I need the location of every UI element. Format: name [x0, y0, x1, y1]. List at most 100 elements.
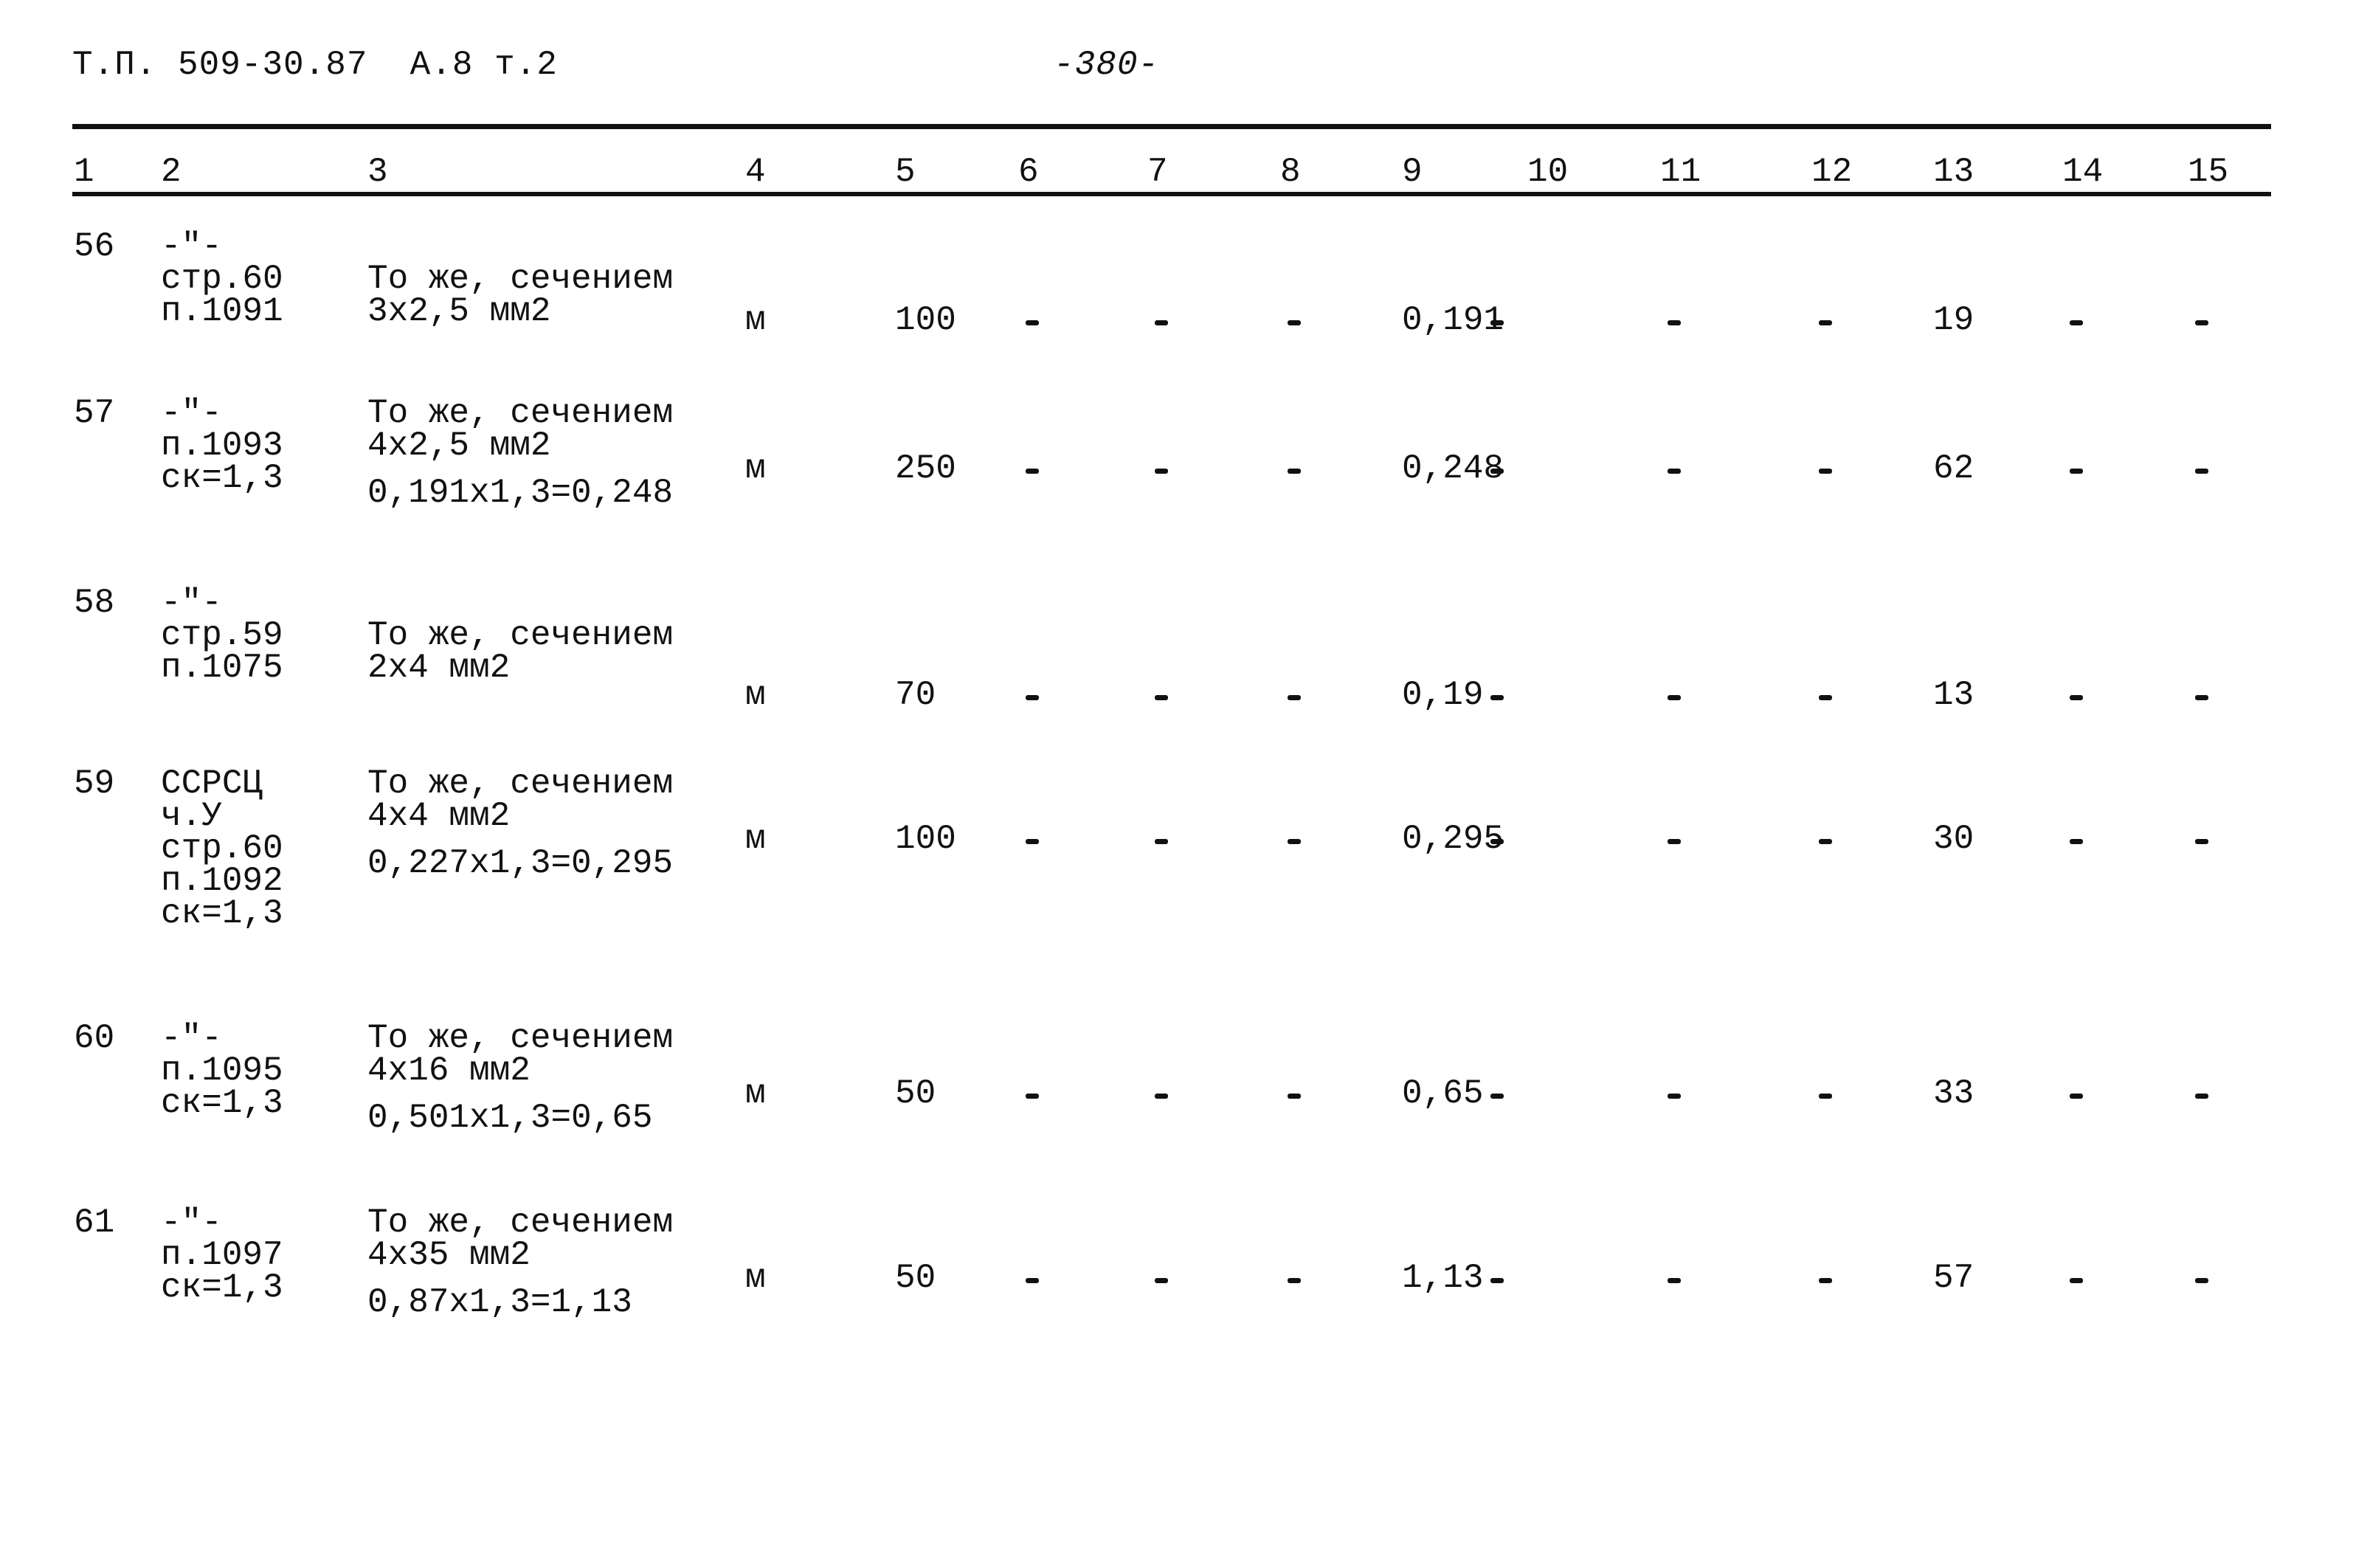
- source-reference-line: п.1092: [161, 862, 283, 900]
- empty-dash-c11: [1668, 1278, 1681, 1283]
- column-header-3: 3: [367, 153, 388, 191]
- empty-dash-c11: [1668, 320, 1681, 325]
- unit-cell: м: [745, 676, 766, 714]
- column-header-14: 14: [2062, 153, 2104, 191]
- column-header-15: 15: [2188, 153, 2229, 191]
- source-reference-line: стр.59: [161, 616, 283, 655]
- empty-dash-c10: [1490, 1278, 1504, 1283]
- source-reference-line: п.1097: [161, 1236, 283, 1274]
- empty-dash-c6: [1026, 695, 1039, 700]
- row-number: 60: [74, 1019, 115, 1057]
- empty-dash-c12: [1819, 1094, 1832, 1099]
- empty-dash-c6: [1026, 1094, 1039, 1099]
- empty-dash-c7: [1155, 320, 1168, 325]
- empty-dash-c12: [1819, 1278, 1832, 1283]
- description-line: То же, сечением: [367, 260, 674, 298]
- header-rule: [72, 192, 2271, 196]
- value-c9: 0,295: [1402, 820, 1504, 858]
- source-reference-line: -"-: [161, 394, 222, 432]
- unit-cell: м: [745, 1074, 766, 1113]
- empty-dash-c15: [2195, 839, 2208, 844]
- empty-dash-c15: [2195, 1278, 2208, 1283]
- empty-dash-c7: [1155, 1278, 1168, 1283]
- column-header-1: 1: [74, 153, 94, 191]
- source-reference-line: ч.У: [161, 797, 222, 835]
- description-line: То же, сечением: [367, 616, 674, 655]
- value-c13: 13: [1933, 676, 1974, 714]
- source-reference-line: -"-: [161, 1019, 222, 1057]
- page-number: -380-: [1054, 46, 1160, 84]
- source-reference-line: ск=1,3: [161, 894, 283, 933]
- column-header-2: 2: [161, 153, 182, 191]
- empty-dash-c14: [2070, 695, 2083, 700]
- description-line: То же, сечением: [367, 764, 674, 803]
- column-header-6: 6: [1018, 153, 1039, 191]
- empty-dash-c8: [1288, 320, 1301, 325]
- description-line: 4х4 мм2: [367, 797, 511, 835]
- description-line: То же, сечением: [367, 1203, 674, 1242]
- unit-cell: м: [745, 301, 766, 339]
- quantity-cell: 50: [895, 1074, 936, 1113]
- quantity-cell: 50: [895, 1259, 936, 1297]
- empty-dash-c12: [1819, 839, 1832, 844]
- calculation-note: 0,227х1,3=0,295: [367, 844, 674, 883]
- empty-dash-c11: [1668, 469, 1681, 474]
- value-c13: 57: [1933, 1259, 1974, 1297]
- empty-dash-c11: [1668, 839, 1681, 844]
- source-reference-line: п.1091: [161, 292, 283, 331]
- description-line: То же, сечением: [367, 394, 674, 432]
- empty-dash-c14: [2070, 1094, 2083, 1099]
- empty-dash-c15: [2195, 695, 2208, 700]
- description-line: 4х2,5 мм2: [367, 426, 551, 465]
- value-c13: 33: [1933, 1074, 1974, 1113]
- empty-dash-c7: [1155, 469, 1168, 474]
- empty-dash-c14: [2070, 1278, 2083, 1283]
- empty-dash-c12: [1819, 695, 1832, 700]
- row-number: 61: [74, 1203, 115, 1242]
- column-header-13: 13: [1933, 153, 1974, 191]
- empty-dash-c10: [1490, 695, 1504, 700]
- value-c13: 30: [1933, 820, 1974, 858]
- value-c9: 1,13: [1402, 1259, 1484, 1297]
- description-line: То же, сечением: [367, 1019, 674, 1057]
- description-line: 3х2,5 мм2: [367, 292, 551, 331]
- empty-dash-c10: [1490, 839, 1504, 844]
- source-reference-line: -"-: [161, 227, 222, 266]
- empty-dash-c10: [1490, 469, 1504, 474]
- value-c9: 0,19: [1402, 676, 1484, 714]
- calculation-note: 0,191х1,3=0,248: [367, 474, 674, 512]
- empty-dash-c15: [2195, 320, 2208, 325]
- quantity-cell: 100: [895, 301, 956, 339]
- value-c13: 62: [1933, 449, 1974, 488]
- empty-dash-c11: [1668, 1094, 1681, 1099]
- column-header-9: 9: [1402, 153, 1423, 191]
- description-line: 4х35 мм2: [367, 1236, 531, 1274]
- source-reference-line: ССРСЦ: [161, 764, 263, 803]
- empty-dash-c11: [1668, 695, 1681, 700]
- empty-dash-c6: [1026, 1278, 1039, 1283]
- source-reference-line: п.1093: [161, 426, 283, 465]
- column-header-12: 12: [1811, 153, 1853, 191]
- empty-dash-c6: [1026, 320, 1039, 325]
- column-header-8: 8: [1280, 153, 1301, 191]
- column-header-7: 7: [1147, 153, 1168, 191]
- quantity-cell: 250: [895, 449, 956, 488]
- document-code: Т.П. 509-30.87 А.8 т.2: [72, 46, 558, 84]
- unit-cell: м: [745, 449, 766, 488]
- source-reference-line: ск=1,3: [161, 1268, 283, 1307]
- unit-cell: м: [745, 820, 766, 858]
- empty-dash-c15: [2195, 1094, 2208, 1099]
- empty-dash-c14: [2070, 320, 2083, 325]
- value-c9: 0,65: [1402, 1074, 1484, 1113]
- empty-dash-c6: [1026, 469, 1039, 474]
- value-c13: 19: [1933, 301, 1974, 339]
- empty-dash-c14: [2070, 839, 2083, 844]
- empty-dash-c15: [2195, 469, 2208, 474]
- empty-dash-c10: [1490, 1094, 1504, 1099]
- source-reference-line: ск=1,3: [161, 1084, 283, 1122]
- source-reference-line: -"-: [161, 584, 222, 622]
- calculation-note: 0,87х1,3=1,13: [367, 1283, 632, 1322]
- row-number: 57: [74, 394, 115, 432]
- source-reference-line: ск=1,3: [161, 459, 283, 497]
- column-header-5: 5: [895, 153, 916, 191]
